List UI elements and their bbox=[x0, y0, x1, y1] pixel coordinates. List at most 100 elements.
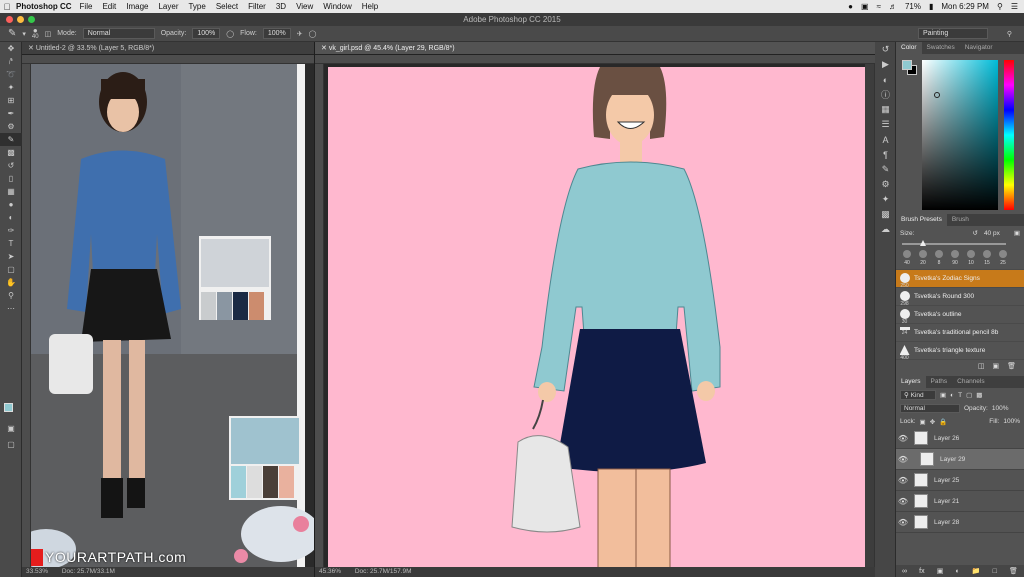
menu-file[interactable]: File bbox=[80, 2, 93, 11]
delete-brush-icon[interactable]: 🗑 bbox=[1007, 362, 1016, 370]
tab-layers[interactable]: Layers bbox=[896, 376, 926, 388]
menu-3d[interactable]: 3D bbox=[276, 2, 286, 11]
record-icon[interactable]: ● bbox=[848, 2, 853, 11]
brush-preset-item[interactable]: 298 Tsvetka's Round 300 bbox=[896, 288, 1024, 307]
lock-position-icon[interactable]: ✥ bbox=[930, 418, 935, 426]
dodge-tool-icon[interactable]: ◐ bbox=[0, 211, 22, 224]
brush-tool-icon[interactable]: ✎ bbox=[0, 133, 22, 146]
screen-mode-icon[interactable]: ▢ bbox=[0, 438, 22, 451]
properties-icon[interactable]: ☰ bbox=[875, 117, 896, 132]
volume-icon[interactable]: ♬ bbox=[889, 2, 897, 11]
new-adjustment-icon[interactable]: ◐ bbox=[955, 568, 959, 575]
filter-type-icon[interactable]: T bbox=[958, 392, 962, 399]
tab-brush-presets[interactable]: Brush Presets bbox=[896, 214, 947, 226]
battery-percent[interactable]: 71% bbox=[905, 2, 921, 11]
size-slider-handle[interactable] bbox=[920, 240, 926, 246]
brush-thumb[interactable]: 10 bbox=[964, 248, 978, 269]
menu-image[interactable]: Image bbox=[126, 2, 148, 11]
display-icon[interactable]: ▣ bbox=[861, 2, 869, 11]
color-field[interactable] bbox=[922, 60, 998, 210]
reference-photo-canvas[interactable] bbox=[31, 64, 314, 567]
type-tool-icon[interactable]: T bbox=[0, 237, 22, 250]
brush-preset-item[interactable]: 400 Tsvetka's triangle texture bbox=[896, 342, 1024, 361]
menu-edit[interactable]: Edit bbox=[102, 2, 116, 11]
lock-pixels-icon[interactable]: ▣ bbox=[920, 418, 926, 426]
doc-size[interactable]: Doc: 25.7M/157.9M bbox=[355, 568, 412, 575]
menu-help[interactable]: Help bbox=[362, 2, 378, 11]
app-menu[interactable]: Photoshop CC bbox=[16, 2, 72, 11]
tool-preset-picker[interactable]: ▾ bbox=[22, 30, 26, 38]
link-layers-icon[interactable]: ∞ bbox=[902, 568, 907, 575]
brush-thumb[interactable]: 15 bbox=[980, 248, 994, 269]
drawing-canvas[interactable] bbox=[328, 67, 865, 567]
menu-type[interactable]: Type bbox=[188, 2, 205, 11]
tab-paths[interactable]: Paths bbox=[926, 376, 953, 388]
brush-size-picker[interactable]: ● 40 bbox=[32, 26, 39, 41]
close-window-button[interactable] bbox=[6, 16, 13, 23]
reset-size-icon[interactable]: ↺ bbox=[972, 229, 977, 237]
filter-pixel-icon[interactable]: ▣ bbox=[940, 391, 946, 399]
lasso-tool-icon[interactable]: ➰ bbox=[0, 68, 22, 81]
more-tools-icon[interactable]: ⋯ bbox=[0, 302, 22, 315]
brush-thumb[interactable]: 20 bbox=[916, 248, 930, 269]
lock-all-icon[interactable]: 🔒 bbox=[939, 418, 947, 426]
zoom-tool-icon[interactable]: ⚲ bbox=[0, 289, 22, 302]
libraries-icon[interactable]: ☁ bbox=[875, 222, 896, 237]
filter-shape-icon[interactable]: ▢ bbox=[966, 391, 972, 399]
color-swatches[interactable] bbox=[4, 403, 18, 417]
marquee-tool-icon[interactable]: ⭚ bbox=[0, 55, 22, 68]
brush-thumb[interactable]: 90 bbox=[948, 248, 962, 269]
layer-row[interactable]: 👁 Layer 21 bbox=[896, 491, 1024, 512]
tab-channels[interactable]: Channels bbox=[952, 376, 989, 388]
brush-preset-item[interactable]: 250 Tsvetka's Zodiac Signs bbox=[896, 270, 1024, 289]
minimize-window-button[interactable] bbox=[17, 16, 24, 23]
layer-opacity-field[interactable]: 100% bbox=[992, 405, 1009, 412]
new-layer-icon[interactable]: □ bbox=[993, 568, 997, 575]
brush-preset-item[interactable]: 30 Tsvetka's outline bbox=[896, 306, 1024, 325]
search-icon[interactable]: ⚲ bbox=[1007, 30, 1012, 38]
history-icon[interactable]: ↺ bbox=[875, 42, 896, 57]
close-tab-icon[interactable]: ✕ bbox=[28, 45, 34, 52]
character-icon[interactable]: A bbox=[875, 132, 896, 147]
doc-tab-untitled-2[interactable]: ✕ Untitled-2 @ 33.5% (Layer 5, RGB/8*) bbox=[22, 42, 314, 55]
opacity-field[interactable]: 100% bbox=[192, 28, 221, 39]
airbrush-icon[interactable]: ✈ bbox=[297, 30, 303, 38]
history-brush-tool-icon[interactable]: ↺ bbox=[0, 159, 22, 172]
filter-smart-icon[interactable]: ▩ bbox=[976, 391, 982, 399]
visibility-eye-icon[interactable]: 👁 bbox=[896, 497, 910, 506]
brush-preset-item[interactable]: 24 Tsvetka's traditional pencil 8b bbox=[896, 324, 1024, 342]
toggle-brush-panel-icon[interactable]: ◫ bbox=[978, 362, 985, 370]
menu-filter[interactable]: Filter bbox=[248, 2, 266, 11]
pressure-size-icon[interactable]: ◯ bbox=[309, 30, 317, 38]
pressure-opacity-icon[interactable]: ◯ bbox=[226, 30, 234, 38]
visibility-eye-icon[interactable]: 👁 bbox=[896, 434, 910, 443]
apple-icon[interactable]:  bbox=[0, 2, 14, 12]
size-value[interactable]: 40 px bbox=[984, 230, 1000, 237]
vertical-scrollbar[interactable] bbox=[865, 64, 875, 567]
quick-select-tool-icon[interactable]: ✦ bbox=[0, 81, 22, 94]
brush-thumb[interactable]: 40 bbox=[900, 248, 914, 269]
workspace-select[interactable]: Painting bbox=[918, 28, 988, 39]
visibility-eye-icon[interactable]: 👁 bbox=[896, 476, 910, 485]
clock[interactable]: Mon 6:29 PM bbox=[941, 2, 989, 11]
brush-thumb[interactable]: 8 bbox=[932, 248, 946, 269]
blend-mode-select[interactable]: Normal bbox=[900, 404, 960, 413]
layer-row[interactable]: 👁 Layer 26 bbox=[896, 428, 1024, 449]
size-slider[interactable] bbox=[902, 240, 1018, 248]
crop-tool-icon[interactable]: ⊞ bbox=[0, 94, 22, 107]
menu-view[interactable]: View bbox=[296, 2, 313, 11]
brush-thumb[interactable]: 25 bbox=[996, 248, 1010, 269]
filter-adjust-icon[interactable]: ◐ bbox=[950, 392, 954, 399]
clone-source-icon[interactable]: ⚙ bbox=[875, 177, 896, 192]
actions-icon[interactable]: ▶ bbox=[875, 57, 896, 72]
stamp-tool-icon[interactable]: ▩ bbox=[0, 146, 22, 159]
foreground-color-swatch[interactable] bbox=[902, 60, 912, 70]
zoom-window-button[interactable] bbox=[28, 16, 35, 23]
move-tool-icon[interactable]: ✥ bbox=[0, 42, 22, 55]
blur-tool-icon[interactable]: ● bbox=[0, 198, 22, 211]
add-mask-icon[interactable]: ▣ bbox=[937, 567, 944, 575]
tool-presets-icon[interactable]: ✦ bbox=[875, 192, 896, 207]
fill-field[interactable]: 100% bbox=[1003, 418, 1020, 425]
brush-tool-icon[interactable]: ✎ bbox=[8, 28, 16, 39]
quick-mask-icon[interactable]: ▣ bbox=[0, 422, 22, 435]
